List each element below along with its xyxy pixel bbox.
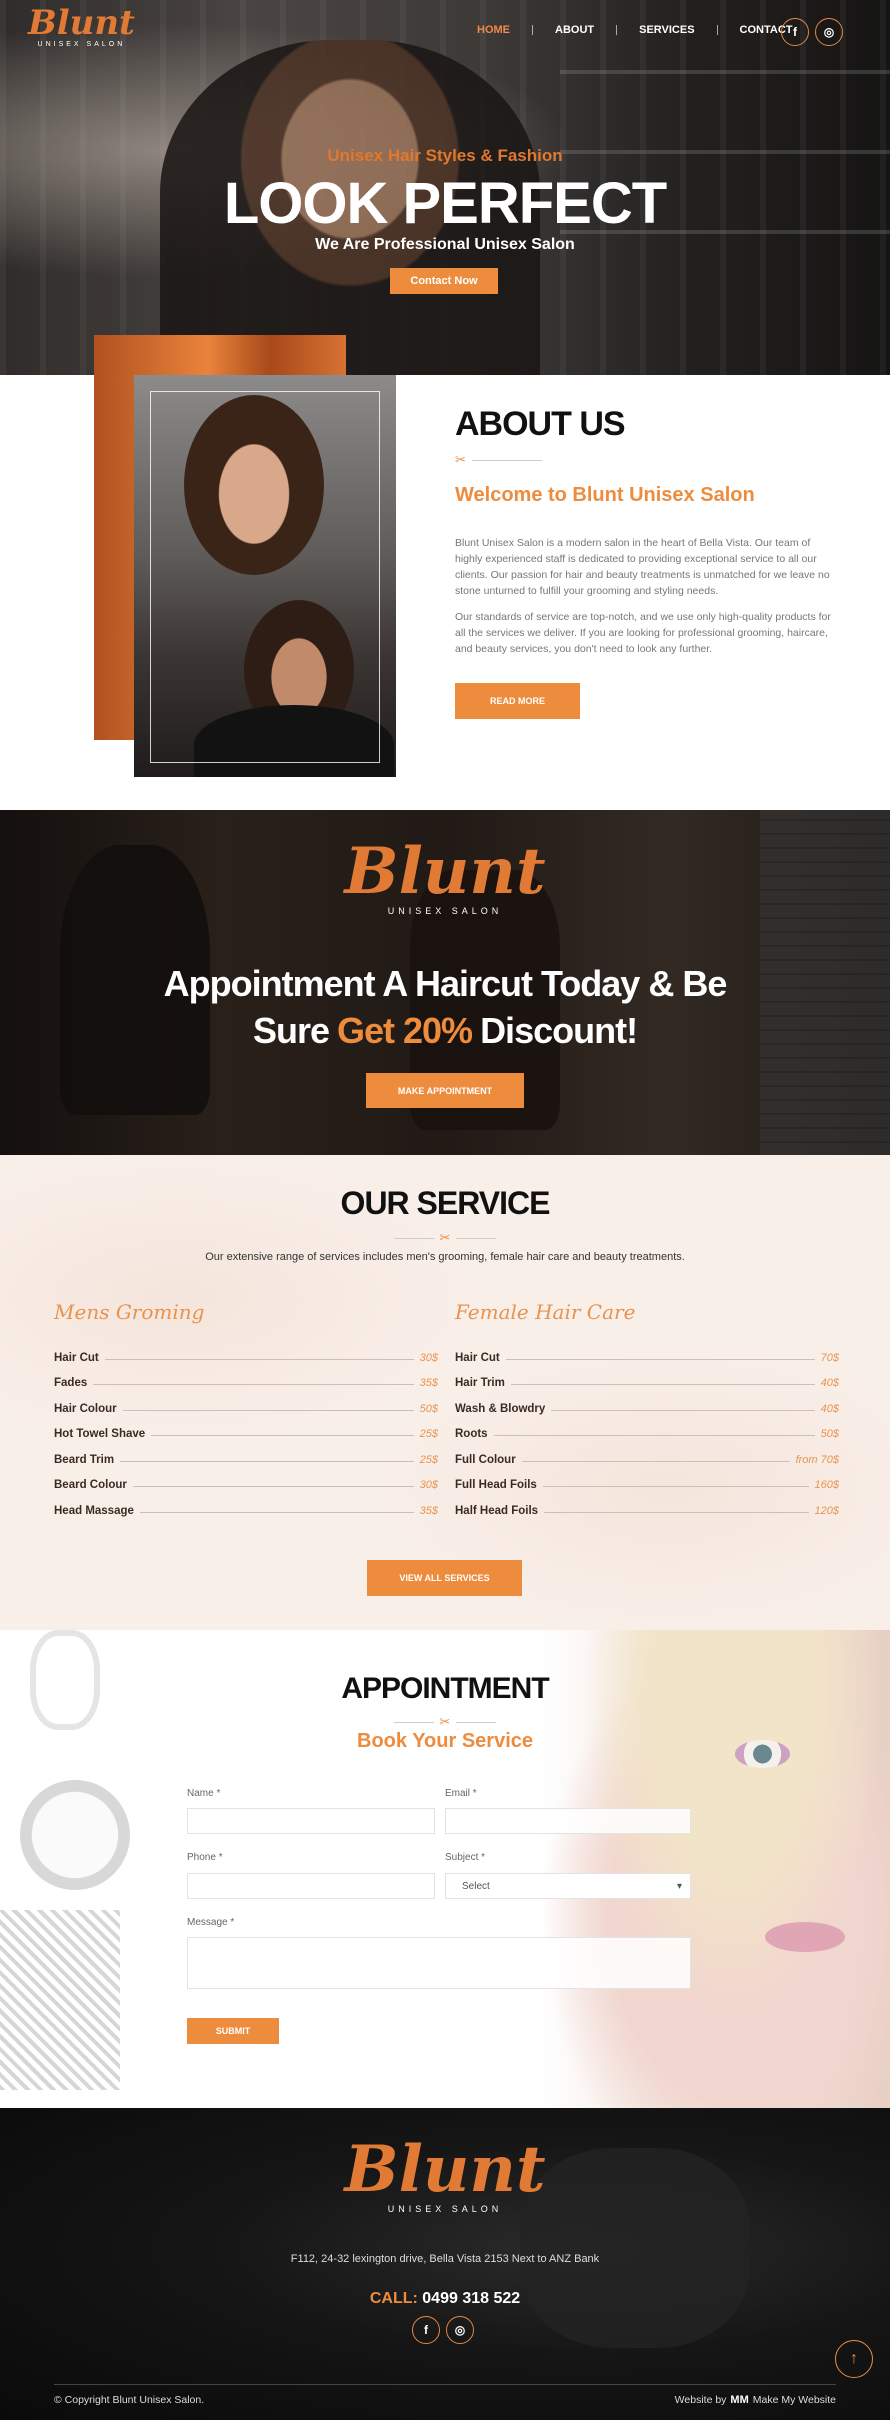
appointment-section: APPOINTMENT ✂ Book Your Service Name * E… (0, 1630, 890, 2108)
service-row: Beard Colour 30$ (54, 1479, 438, 1491)
section-divider: ✂ (0, 1230, 890, 1246)
read-more-button[interactable]: READ MORE (455, 683, 580, 719)
nav-about[interactable]: ABOUT (533, 24, 616, 36)
service-row: Beard Trim 25$ (54, 1453, 438, 1466)
services-intro: Our extensive range of services includes… (205, 1251, 685, 1263)
appointment-title: APPOINTMENT (341, 1672, 549, 1705)
promo-banner: Blunt UNISEX SALON Appointment A Haircut… (0, 810, 890, 1155)
hero-kicker: Unisex Hair Styles & Fashion (327, 146, 563, 165)
hero-title: LOOK PERFECT (223, 171, 667, 236)
service-row: Hot Towel Shave 25$ (54, 1428, 438, 1440)
message-label: Message * (187, 1917, 235, 1928)
chevron-down-icon: ▾ (676, 1880, 682, 1892)
service-row: Full Colour from 70$ (455, 1453, 839, 1466)
phone-label: Phone * (187, 1852, 223, 1863)
submit-button[interactable]: SUBMIT (187, 2018, 279, 2044)
about-title: ABOUT US (455, 405, 626, 443)
cream-jar-decoration (20, 1780, 130, 1890)
section-divider: ✂ (455, 452, 840, 468)
mens-services-heading: Mens Groming (54, 1300, 205, 1324)
contact-now-button[interactable]: Contact Now (390, 268, 498, 294)
logo-script: Blunt (28, 3, 135, 43)
footer-divider (54, 2384, 836, 2385)
promo-heading-line1: Appointment A Haircut Today & Be (163, 963, 728, 1004)
about-paragraph: Our standards of service are top-notch, … (455, 611, 831, 655)
about-paragraph: Blunt Unisex Salon is a modern salon in … (455, 537, 830, 597)
brush-decoration (0, 1910, 120, 2090)
hero-section: Blunt UNISEX SALON HOME ABOUT SERVICES C… (0, 0, 890, 375)
services-section: OUR SERVICE ✂ Our extensive range of ser… (0, 1155, 890, 1630)
discount-highlight: Get 20% (336, 1010, 473, 1051)
service-row: Hair Cut 30$ (54, 1351, 438, 1364)
back-to-top-icon[interactable]: ↑ (835, 2340, 873, 2378)
facebook-icon[interactable]: f (412, 2316, 440, 2344)
message-textarea[interactable] (187, 1937, 691, 1989)
service-row: Hair Colour 50$ (54, 1402, 438, 1415)
service-row: Half Head Foils 120$ (455, 1504, 839, 1517)
promo-heading-line2: Sure Get 20% Discount! (252, 1010, 638, 1051)
footer-address: F112, 24-32 lexington drive, Bella Vista… (290, 2253, 600, 2265)
footer-logo: Blunt UNISEX SALON (344, 2132, 546, 2215)
footer-social-links: f ◎ (412, 2316, 474, 2344)
subject-select[interactable]: Select ▾ (445, 1873, 691, 1899)
instagram-icon[interactable]: ◎ (815, 18, 843, 46)
about-image (134, 375, 396, 777)
instagram-icon[interactable]: ◎ (446, 2316, 474, 2344)
service-row: Hair Trim 40$ (455, 1377, 839, 1389)
services-title: OUR SERVICE (340, 1185, 551, 1221)
email-label: Email * (445, 1788, 477, 1799)
website-credit[interactable]: Website by MM Make My Website (675, 2394, 836, 2406)
site-logo[interactable]: Blunt UNISEX SALON (28, 6, 135, 48)
section-divider: ✂ (0, 1714, 890, 1730)
service-row: Fades 35$ (54, 1377, 438, 1389)
email-field[interactable] (445, 1808, 691, 1834)
logo-subtitle: UNISEX SALON (37, 41, 126, 48)
header-social-links: f ◎ (781, 18, 843, 46)
about-image-border (150, 391, 380, 763)
scissors-icon: ✂ (439, 1230, 451, 1245)
female-services-heading: Female Hair Care (455, 1300, 636, 1324)
about-content: ABOUT US ✂ Welcome to Blunt Unisex Salon… (455, 405, 840, 719)
facebook-icon[interactable]: f (781, 18, 809, 46)
promo-logo: Blunt UNISEX SALON (344, 834, 546, 917)
about-subtitle: Welcome to Blunt Unisex Salon (455, 484, 755, 506)
scissors-icon: ✂ (439, 1714, 451, 1729)
mens-services-list: Mens Groming Hair Cut 30$ Fades 35$ Hair C… (54, 1300, 438, 1517)
scissors-icon: ✂ (455, 452, 466, 467)
service-row: Full Head Foils 160$ (455, 1479, 839, 1491)
nav-services[interactable]: SERVICES (617, 24, 716, 36)
make-my-website-logo-icon: MM (730, 2394, 749, 2406)
view-all-services-button[interactable]: VIEW ALL SERVICES (367, 1560, 522, 1596)
phone-field[interactable] (187, 1873, 435, 1899)
service-row: Hair Cut 70$ (455, 1351, 839, 1364)
service-row: Wash & Blowdry 40$ (455, 1402, 839, 1415)
female-services-list: Female Hair Care Hair Cut 70$ Hair Trim 40… (455, 1300, 839, 1517)
make-appointment-button[interactable]: MAKE APPOINTMENT (366, 1073, 524, 1108)
name-label: Name * (187, 1788, 221, 1799)
subject-label: Subject * (445, 1852, 486, 1863)
hero-tagline: We Are Professional Unisex Salon (315, 236, 575, 253)
name-field[interactable] (187, 1808, 435, 1834)
main-nav: HOME ABOUT SERVICES CONTACT (455, 24, 815, 36)
service-row: Head Massage 35$ (54, 1504, 438, 1517)
nav-home[interactable]: HOME (455, 24, 532, 36)
appointment-subtitle: Book Your Service (357, 1730, 533, 1752)
site-footer: Blunt UNISEX SALON F112, 24-32 lexington… (0, 2108, 890, 2420)
copyright-text: © Copyright Blunt Unisex Salon. (54, 2394, 205, 2406)
footer-phone: CALL: 0499 318 522 (369, 2290, 521, 2307)
service-row: Roots 50$ (455, 1428, 839, 1440)
phone-link[interactable]: 0499 318 522 (422, 2290, 520, 2307)
